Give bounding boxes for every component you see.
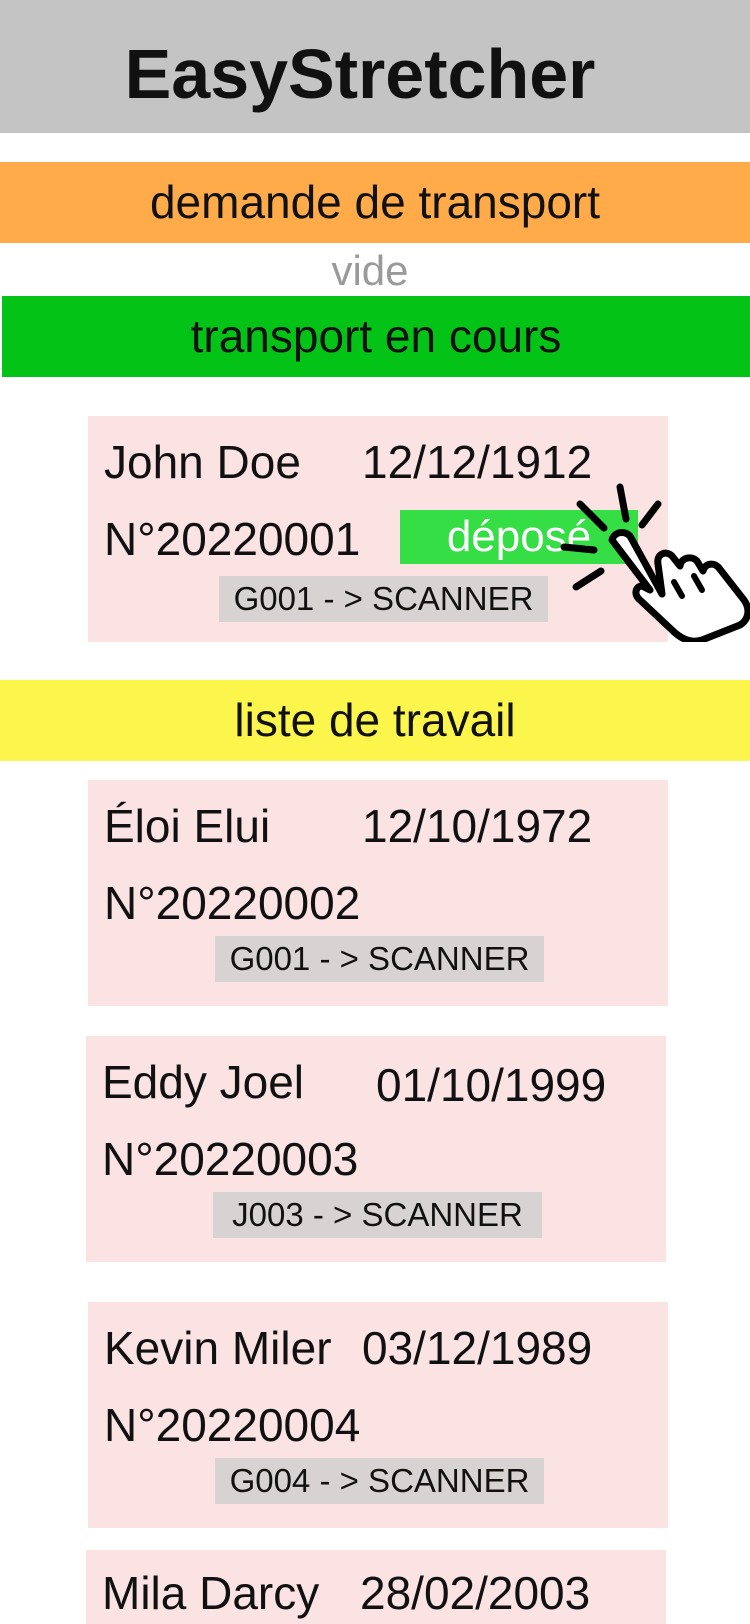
patient-dob: 12/12/1912 [362,436,593,488]
worklist-header[interactable]: liste de travail [0,680,750,761]
patient-dob: 01/10/1999 [376,1059,607,1111]
worklist-card[interactable]: Mila Darcy 28/02/2003 [86,1550,666,1624]
app-title: EasyStretcher [124,35,596,113]
current-transport-header[interactable]: transport en cours [2,296,750,377]
route-tag: G004 - > SCANNER [215,1458,544,1504]
patient-dob: 12/10/1972 [362,800,593,852]
requests-empty-text: vide [331,247,409,294]
worklist-card[interactable]: Éloi Elui 12/10/1972 N°20220002 G001 - >… [88,780,668,1006]
patient-number: N°20220002 [104,877,361,929]
patient-number: N°20220004 [104,1399,361,1451]
hand-tap-icon [560,483,750,642]
worklist-card[interactable]: Eddy Joel 01/10/1999 N°20220003 J003 - >… [86,1036,666,1262]
patient-name: Mila Darcy [102,1567,320,1619]
patient-dob: 03/12/1989 [362,1322,593,1374]
app-screen: EasyStretcher demande de transport vide … [0,0,750,1624]
route-tag: J003 - > SCANNER [213,1192,542,1238]
patient-name: Kevin Miler [104,1322,332,1374]
patient-name: John Doe [104,436,301,488]
route-tag: G001 - > SCANNER [219,576,548,622]
route-tag: G001 - > SCANNER [215,936,544,982]
patient-dob: 28/02/2003 [360,1567,591,1619]
app-header: EasyStretcher [0,0,750,133]
transport-requests-header[interactable]: demande de transport [0,162,750,243]
patient-number: N°20220003 [102,1133,359,1185]
worklist-card[interactable]: Kevin Miler 03/12/1989 N°20220004 G004 -… [88,1302,668,1528]
patient-number: N°20220001 [104,513,361,565]
patient-name: Eddy Joel [102,1056,305,1108]
patient-name: Éloi Elui [104,800,271,852]
